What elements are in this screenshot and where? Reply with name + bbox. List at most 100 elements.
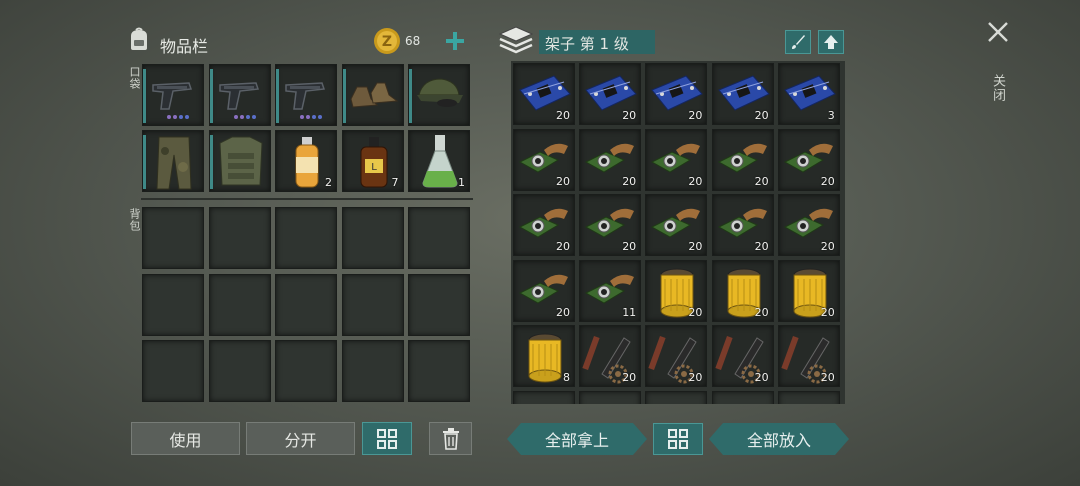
empty-slot[interactable] <box>645 391 708 404</box>
item-slot-camera-module[interactable]: 20 <box>711 128 774 191</box>
item-count: 20 <box>754 240 769 254</box>
item-slot-boots[interactable] <box>341 64 404 126</box>
empty-slot[interactable] <box>711 391 774 404</box>
item-count: 20 <box>622 109 637 122</box>
item-slot-flask[interactable]: 1 <box>408 130 470 192</box>
inventory-title: 物品栏 <box>160 37 209 56</box>
item-slot-camera-module[interactable]: 11 <box>579 259 642 322</box>
item-slot-circuit-board[interactable]: 20 <box>579 63 642 125</box>
empty-slot[interactable] <box>142 340 204 402</box>
empty-slot[interactable] <box>579 391 642 404</box>
item-slot-camera-module[interactable]: 20 <box>513 194 575 257</box>
item-count: 20 <box>688 109 703 122</box>
item-count: 20 <box>820 371 835 385</box>
empty-slot[interactable] <box>408 273 470 336</box>
empty-slot[interactable] <box>208 340 271 402</box>
item-slot-camera-module[interactable]: 20 <box>645 194 708 257</box>
item-count: 20 <box>688 305 703 319</box>
item-slot-gear-parts[interactable]: 20 <box>711 325 774 388</box>
use-button[interactable]: 使用 <box>131 422 240 455</box>
put-all-button[interactable]: 全部放入 <box>709 423 849 455</box>
paintbrush-icon <box>792 35 805 49</box>
item-count: 20 <box>688 240 703 254</box>
take-all-button[interactable]: 全部拿上 <box>507 423 647 455</box>
item-count: 20 <box>754 109 769 122</box>
empty-slot[interactable] <box>341 207 404 269</box>
coin-icon: Z <box>372 26 402 56</box>
paint-button[interactable] <box>785 30 811 54</box>
item-count: 20 <box>622 174 637 188</box>
shelf-sort-button[interactable] <box>653 423 703 455</box>
item-slot-gear-parts[interactable]: 20 <box>579 325 642 388</box>
empty-slot[interactable] <box>275 207 337 269</box>
empty-slot[interactable] <box>341 273 404 336</box>
item-slot-oil-filter[interactable]: 20 <box>711 259 774 322</box>
empty-slot[interactable] <box>208 273 271 336</box>
empty-slot[interactable] <box>341 340 404 402</box>
empty-slot[interactable] <box>275 340 337 402</box>
item-slot-camera-module[interactable]: 20 <box>513 259 575 322</box>
mod-slots-indicator <box>300 115 322 119</box>
slot-marker <box>209 69 213 123</box>
item-slot-circuit-board[interactable]: 20 <box>711 63 774 125</box>
plus-icon <box>446 32 464 50</box>
item-slot-circuit-board[interactable]: 20 <box>513 63 575 125</box>
item-slot-pistol[interactable] <box>208 64 271 126</box>
item-slot-oil-filter[interactable]: 8 <box>513 325 575 388</box>
add-coins-button[interactable] <box>444 30 466 52</box>
slot-marker <box>143 69 146 123</box>
empty-slot[interactable] <box>408 207 470 269</box>
section-divider <box>141 198 473 200</box>
item-count: 20 <box>754 305 769 319</box>
item-slot-camo-pants[interactable] <box>142 130 204 192</box>
delete-button[interactable] <box>429 422 472 455</box>
item-slot-cap[interactable] <box>408 64 470 126</box>
item-slot-gear-parts[interactable]: 20 <box>645 325 708 388</box>
item-slot-gear-parts[interactable]: 20 <box>777 325 840 388</box>
close-button[interactable]: 关闭 <box>984 20 1012 102</box>
item-slot-circuit-board[interactable]: 3 <box>777 63 840 125</box>
cap-icon <box>409 65 469 125</box>
item-slot-camera-module[interactable]: 20 <box>579 194 642 257</box>
item-slot-circuit-board[interactable]: 20 <box>645 63 708 125</box>
item-count: 20 <box>622 240 637 254</box>
item-slot-pistol[interactable] <box>275 64 337 126</box>
sort-button[interactable] <box>362 422 412 455</box>
item-slot-oil-filter[interactable]: 20 <box>777 259 840 322</box>
item-slot-camera-module[interactable]: 20 <box>711 194 774 257</box>
close-icon <box>988 22 1008 42</box>
item-slot-oil-filter[interactable]: 20 <box>645 259 708 322</box>
item-slot-brown-bottle[interactable]: L7 <box>341 130 404 192</box>
item-slot-camera-module[interactable]: 20 <box>579 128 642 191</box>
slot-marker <box>209 135 213 189</box>
item-count: 20 <box>688 174 703 188</box>
svg-text:L: L <box>371 162 377 173</box>
empty-slot[interactable] <box>777 391 840 404</box>
empty-slot[interactable] <box>142 207 204 269</box>
empty-slot[interactable] <box>513 391 575 404</box>
empty-slot[interactable] <box>275 273 337 336</box>
empty-slot[interactable] <box>142 273 204 336</box>
item-slot-camera-module[interactable]: 20 <box>513 128 575 191</box>
close-label: 关闭 <box>990 74 1005 102</box>
item-slot-camera-module[interactable]: 20 <box>645 128 708 191</box>
shelf-icon <box>498 25 534 57</box>
split-button[interactable]: 分开 <box>246 422 355 455</box>
shelf-grid: 20 20 20 20 3 20 20 20 20 20 20 20 20 20 20 20 11 20 20 20 8… <box>511 61 845 404</box>
shelf-panel: 20 20 20 20 3 20 20 20 20 20 20 20 20 20 20 20 11 20 20 20 8… <box>511 61 845 404</box>
body-armor-icon <box>210 131 270 191</box>
empty-slot[interactable] <box>208 207 271 269</box>
item-slot-orange-bottle[interactable]: 2 <box>275 130 337 192</box>
item-slot-camera-module[interactable]: 20 <box>777 194 840 257</box>
camo-pants-icon <box>143 131 203 191</box>
upgrade-button[interactable] <box>818 30 844 54</box>
item-count: 20 <box>556 305 570 319</box>
item-slot-camera-module[interactable]: 20 <box>777 128 840 191</box>
item-count: 20 <box>820 174 835 188</box>
item-slot-pistol[interactable] <box>142 64 204 126</box>
empty-slot[interactable] <box>408 340 470 402</box>
trash-icon <box>442 427 459 450</box>
slot-marker <box>409 69 412 123</box>
item-slot-body-armor[interactable] <box>208 130 271 192</box>
item-count: 1 <box>458 176 465 189</box>
